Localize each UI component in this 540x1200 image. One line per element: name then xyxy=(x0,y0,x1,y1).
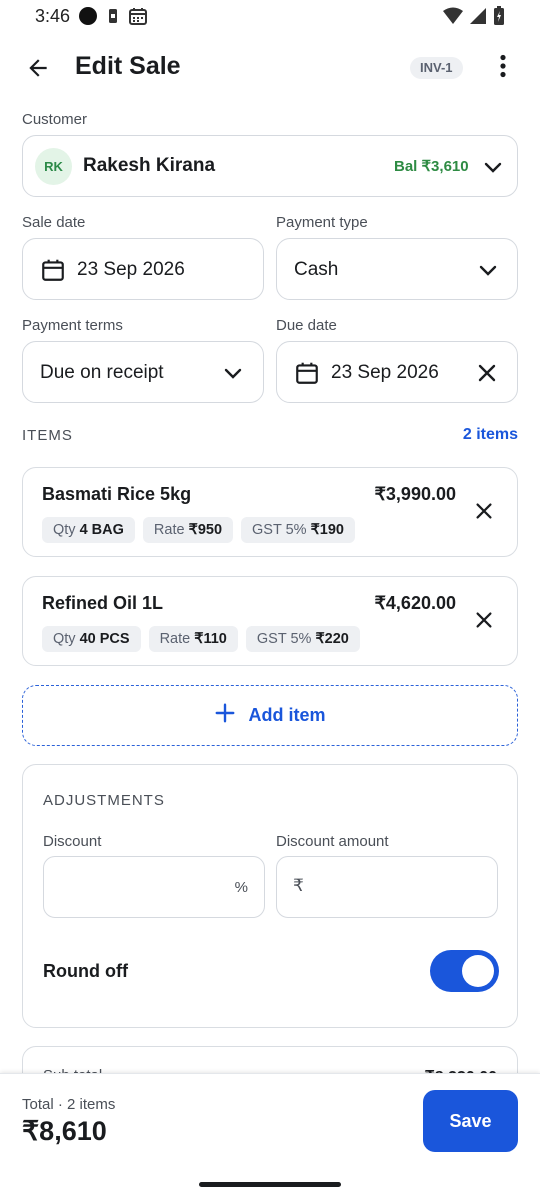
chevron-down-icon xyxy=(481,155,505,184)
sale-date-label: Sale date xyxy=(22,214,86,231)
sale-date-field[interactable]: 23 Sep 2026 xyxy=(22,238,264,300)
sim-card-icon xyxy=(106,7,120,30)
add-item-button[interactable]: Add item xyxy=(22,685,518,746)
remove-item-button[interactable] xyxy=(471,607,497,633)
app-bar: Edit Sale INV-1 xyxy=(0,40,540,96)
customer-label: Customer xyxy=(22,111,88,128)
status-notification-icons xyxy=(78,6,148,31)
payment-type-value: Cash xyxy=(294,259,339,280)
item-details: Qty 40 PCS Rate ₹110 GST 5% ₹220 xyxy=(42,626,360,652)
sale-date-value: 23 Sep 2026 xyxy=(77,259,185,280)
items-count: 2 items xyxy=(462,426,518,443)
rate-chip: Rate ₹110 xyxy=(148,626,238,652)
status-bar: 3:46 xyxy=(0,0,540,34)
status-time: 3:46 xyxy=(35,6,71,26)
calendar-status-icon xyxy=(128,6,148,31)
chevron-down-icon xyxy=(221,361,245,390)
item-amount: ₹3,990.00 xyxy=(374,484,456,504)
close-icon xyxy=(478,364,496,382)
toggle-knob xyxy=(462,955,494,987)
add-item-label: Add item xyxy=(248,705,326,725)
customer-avatar: RK xyxy=(35,148,72,185)
payment-terms-select[interactable]: Due on receipt xyxy=(22,341,264,403)
total-label: Total · 2 items xyxy=(22,1096,116,1113)
close-icon xyxy=(476,503,492,519)
discount-percent-field[interactable]: % xyxy=(43,856,265,918)
round-off-label: Round off xyxy=(43,961,128,981)
payment-type-select[interactable]: Cash xyxy=(276,238,518,300)
status-system-icons xyxy=(443,6,505,31)
total-value: ₹8,610 xyxy=(22,1116,107,1146)
adjustments-card: ADJUSTMENTS Discount % Discount amount ₹… xyxy=(22,764,518,1028)
item-amount: ₹4,620.00 xyxy=(374,593,456,613)
wifi-icon xyxy=(443,7,463,30)
discount-amount-field[interactable]: ₹ xyxy=(276,856,498,918)
customer-selector[interactable]: RK Rakesh Kirana Bal ₹3,610 xyxy=(22,135,518,197)
rate-chip: Rate ₹950 xyxy=(142,517,234,543)
rupee-prefix: ₹ xyxy=(293,876,304,895)
chevron-down-icon xyxy=(476,258,500,287)
remove-item-button[interactable] xyxy=(471,498,497,524)
item-card[interactable]: Refined Oil 1L ₹4,620.00 Qty 40 PCS Rate… xyxy=(22,576,518,666)
due-date-label: Due date xyxy=(276,317,337,334)
clear-due-date-button[interactable] xyxy=(475,361,499,390)
payment-terms-value: Due on receipt xyxy=(40,362,164,383)
payment-terms-label: Payment terms xyxy=(22,317,123,334)
percent-suffix: % xyxy=(234,879,248,896)
record-dot-icon xyxy=(78,6,98,31)
item-name: Refined Oil 1L xyxy=(42,593,164,613)
adjustments-title: ADJUSTMENTS xyxy=(43,792,165,809)
save-button[interactable]: Save xyxy=(423,1090,518,1152)
calendar-icon xyxy=(40,257,66,288)
customer-balance: Bal ₹3,610 xyxy=(394,158,469,175)
battery-icon xyxy=(493,6,505,31)
payment-type-label: Payment type xyxy=(276,214,368,231)
back-button[interactable] xyxy=(18,50,58,90)
discount-label: Discount xyxy=(43,833,102,850)
items-section-title: ITEMS xyxy=(22,427,73,444)
discount-amount-input[interactable] xyxy=(315,857,485,917)
bottom-bar: Total · 2 items ₹8,610 Save xyxy=(0,1073,540,1200)
qty-chip: Qty 4 BAG xyxy=(42,517,135,543)
arrow-back-icon xyxy=(25,55,51,86)
calendar-icon xyxy=(294,360,320,391)
discount-amount-label: Discount amount xyxy=(276,833,389,850)
due-date-field[interactable]: 23 Sep 2026 xyxy=(276,341,518,403)
customer-name: Rakesh Kirana xyxy=(83,155,216,176)
round-off-toggle[interactable] xyxy=(430,950,499,992)
invoice-badge: INV-1 xyxy=(410,57,463,79)
item-name: Basmati Rice 5kg xyxy=(42,484,192,504)
qty-chip: Qty 40 PCS xyxy=(42,626,141,652)
close-icon xyxy=(476,612,492,628)
due-date-value: 23 Sep 2026 xyxy=(331,362,439,383)
discount-percent-input[interactable] xyxy=(58,857,218,917)
gst-chip: GST 5% ₹190 xyxy=(241,517,355,543)
gst-chip: GST 5% ₹220 xyxy=(245,626,360,652)
more-options-button[interactable] xyxy=(488,50,518,86)
item-card[interactable]: Basmati Rice 5kg ₹3,990.00 Qty 4 BAG Rat… xyxy=(22,467,518,557)
plus-icon xyxy=(214,702,236,729)
signal-icon xyxy=(469,7,487,30)
home-indicator[interactable] xyxy=(199,1182,341,1187)
item-details: Qty 4 BAG Rate ₹950 GST 5% ₹190 xyxy=(42,517,355,543)
more-vert-icon xyxy=(499,54,507,83)
page-title: Edit Sale xyxy=(75,52,181,80)
